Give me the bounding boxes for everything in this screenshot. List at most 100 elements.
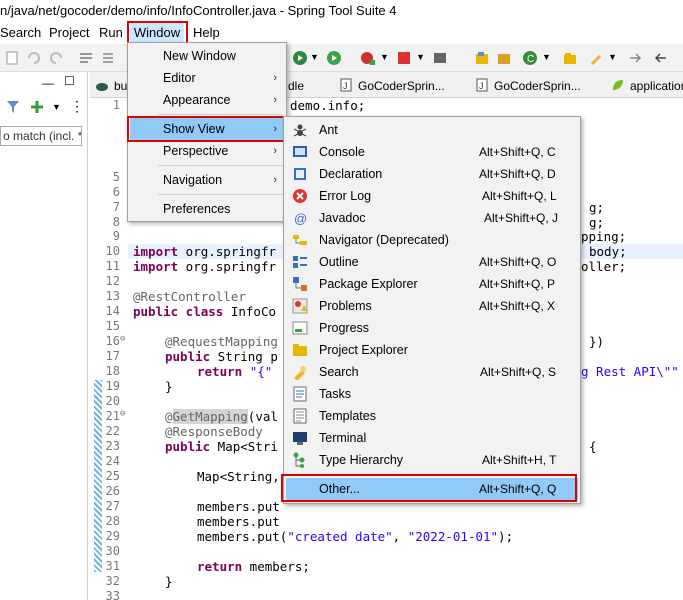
run-debug-icon[interactable] [292,50,308,66]
menu-item-templates[interactable]: Templates [286,405,578,427]
filter-input[interactable]: o match (incl. * [0,126,82,146]
menu-item-shortcut: Alt+Shift+Q, D [479,167,556,181]
menu-item-tasks[interactable]: Tasks [286,383,578,405]
menu-item-terminal[interactable]: Terminal [286,427,578,449]
chevron-down-icon[interactable]: ▼ [310,52,319,62]
menu-item-editor[interactable]: Editor › [130,67,285,89]
show-view-submenu: Ant Console Alt+Shift+Q, C Declaration A… [283,116,581,504]
new-class-icon[interactable]: C [522,50,538,66]
next-edit-icon[interactable] [628,50,644,66]
line-number: 28 [105,514,120,528]
run-icon[interactable] [326,50,342,66]
menu-item-type-hierarchy[interactable]: Type Hierarchy Alt+Shift+H, T [286,449,578,471]
add-icon[interactable] [30,100,44,114]
code-text: , [392,529,408,544]
menu-item-ant[interactable]: Ant [286,119,578,141]
chevron-down-icon[interactable]: ▼ [380,52,389,62]
line-number: 10 [105,244,120,258]
menu-item-appearance[interactable]: Appearance › [130,89,285,111]
menu-item-shortcut: Alt+Shift+Q, L [482,189,557,203]
tab-gocoder-2[interactable]: J GoCoderSprin... [476,75,581,97]
tab-application[interactable]: application [612,75,683,97]
code-text: org.springfr [178,259,276,274]
minimize-icon[interactable]: — [42,76,54,90]
menu-window[interactable]: Window [130,22,184,44]
new-icon[interactable] [4,50,20,66]
annotation: GetMapping [172,409,248,424]
maximize-icon[interactable]: ☐ [64,74,75,88]
code-line: members.put("created date", "2022-01-01"… [197,529,513,544]
menu-item-shortcut: Alt+Shift+Q, Q [479,482,557,496]
menu-item-new-window[interactable]: New Window [130,45,285,67]
chevron-down-icon[interactable]: ▼ [416,52,425,62]
tab-bu[interactable]: bu [96,75,127,97]
external-tools-icon[interactable] [360,50,376,66]
chevron-right-icon: › [273,123,277,135]
window-menu: New Window Editor › Appearance › Show View… [127,42,287,222]
menu-item-preferences[interactable]: Preferences [130,198,285,220]
menu-item-search[interactable]: Search Alt+Shift+Q, S [286,361,578,383]
string: "created date" [287,529,393,544]
redo-icon[interactable] [48,50,64,66]
code-line: import org.springfr [133,244,276,259]
search-toolbar-icon[interactable] [588,50,604,66]
type-hierarchy-icon [293,452,305,468]
tab-dle[interactable]: dle [288,75,304,97]
tab-label: GoCoderSprin... [358,79,445,93]
undo-icon[interactable] [26,50,42,66]
fold-icon[interactable]: ⊖ [120,334,130,344]
chevron-down-icon[interactable]: ▼ [542,52,551,62]
code-line: members.put [197,499,280,514]
menu-item-label: Ant [319,123,338,137]
menu-item-label: Project Explorer [319,343,408,357]
line-number: 13 [105,289,120,303]
menu-item-label: Other... [319,482,360,496]
project-explorer-icon [293,344,307,356]
navigator-icon [293,235,307,245]
menu-search[interactable]: Search [0,22,41,44]
format-icon[interactable] [78,50,94,66]
menu-item-label: Perspective [163,144,229,158]
fold-icon[interactable]: ⊖ [120,409,130,419]
menu-item-project-explorer[interactable]: Project Explorer [286,339,578,361]
tab-gocoder-1[interactable]: J GoCoderSprin... [340,75,445,97]
menu-item-problems[interactable]: Problems Alt+Shift+Q, X [286,295,578,317]
menu-item-show-view[interactable]: Show View › [130,118,285,140]
menu-item-progress[interactable]: Progress [286,317,578,339]
menu-item-package-explorer[interactable]: Package Explorer Alt+Shift+Q, P [286,273,578,295]
code-line: public String p [165,349,278,364]
open-type-icon[interactable] [562,50,578,66]
menu-item-navigation[interactable]: Navigation › [130,169,285,191]
menu-item-declaration[interactable]: Declaration Alt+Shift+Q, D [286,163,578,185]
spring-leaf-icon [613,80,623,90]
menu-item-shortcut: Alt+Shift+Q, O [479,255,557,269]
menu-item-label: Javadoc [319,211,366,225]
filter-icon[interactable] [6,100,20,114]
menu-item-shortcut: Alt+Shift+Q, C [479,145,556,159]
back-icon[interactable] [652,50,668,66]
new-java-project-icon[interactable] [474,50,490,66]
line-number: 16 [105,334,120,348]
stop-icon[interactable] [396,50,412,66]
menu-item-console[interactable]: Console Alt+Shift+Q, C [286,141,578,163]
menu-separator [158,194,283,195]
new-package-icon[interactable] [496,50,512,66]
menu-item-other[interactable]: Other... Alt+Shift+Q, Q [286,478,578,500]
menu-item-label: Editor [163,71,196,85]
menu-item-outline[interactable]: Outline Alt+Shift+Q, O [286,251,578,273]
error-log-icon [293,189,307,203]
code-line: g; [589,215,605,230]
menu-item-error-log[interactable]: Error Log Alt+Shift+Q, L [286,185,578,207]
string: "2022-01-01" [407,529,499,544]
menu-item-navigator[interactable]: Navigator (Deprecated) [286,229,578,251]
chevron-down-icon[interactable]: ▼ [52,102,61,112]
menu-project[interactable]: Project [49,22,89,44]
menu-item-perspective[interactable]: Perspective › [130,140,285,162]
chevron-down-icon[interactable]: ▼ [608,52,617,62]
menu-help[interactable]: Help [193,22,220,44]
menu-item-javadoc[interactable]: @ Javadoc Alt+Shift+Q, J [286,207,578,229]
boot-dashboard-icon[interactable] [432,50,448,66]
next-annotation-icon[interactable] [100,50,116,66]
menu-run[interactable]: Run [99,22,123,44]
view-menu-icon[interactable]: ⋮ [70,98,84,115]
